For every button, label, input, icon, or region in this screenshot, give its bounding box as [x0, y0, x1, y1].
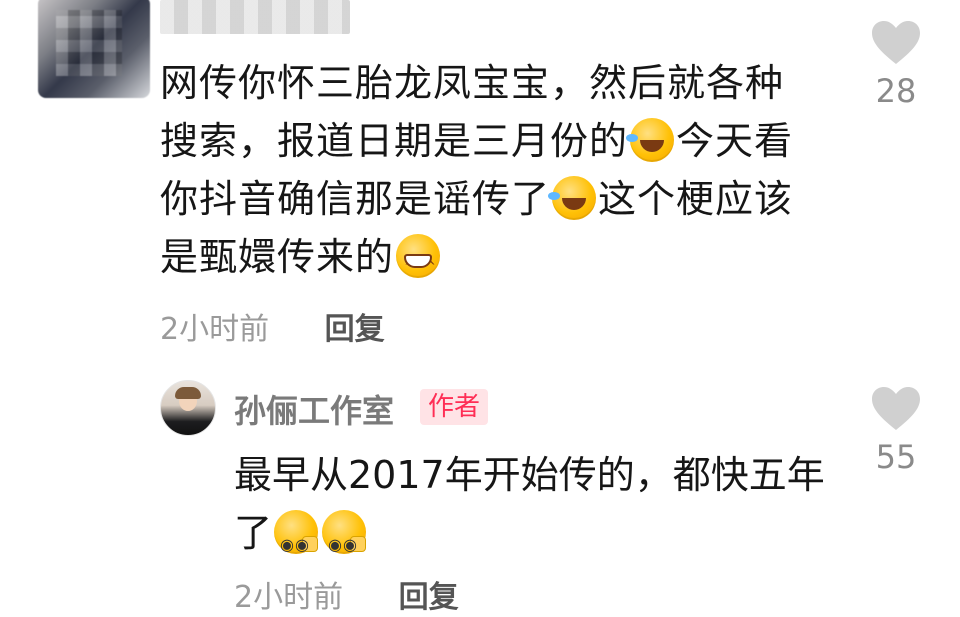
reply-time: 2小时前 — [234, 580, 344, 615]
rolling-on-floor-laughing-icon — [548, 176, 597, 220]
shy-peeking-face-icon — [274, 510, 319, 574]
reply-text: 最早从2017年开始传的，都快五年了 — [234, 446, 834, 574]
reply-like-count: 55 — [875, 438, 917, 476]
reply-like-button[interactable]: 55 — [866, 386, 926, 476]
rolling-on-floor-laughing-icon — [626, 118, 675, 162]
comment-like-button[interactable]: 28 — [866, 20, 926, 110]
commenter-avatar[interactable] — [38, 0, 150, 98]
reply-reply-button[interactable]: 回复 — [399, 572, 459, 616]
author-name[interactable]: 孙俪工作室 — [234, 386, 394, 432]
heart-icon — [872, 387, 920, 430]
comment-meta: 2小时前 回复 — [160, 304, 385, 348]
author-badge: 作者 — [420, 389, 489, 425]
heart-icon — [872, 21, 920, 64]
author-avatar[interactable] — [160, 380, 216, 436]
comment-text: 网传你怀三胎龙凤宝宝，然后就各种搜索，报道日期是三月份的 今天看你抖音确信那是谣传… — [160, 54, 820, 296]
shy-peeking-face-icon — [322, 510, 367, 574]
comment-time: 2小时前 — [160, 312, 270, 347]
comment-reply-button[interactable]: 回复 — [325, 304, 385, 348]
grinning-face-icon — [396, 234, 441, 296]
comment-like-count: 28 — [875, 72, 917, 110]
reply-meta: 2小时前 回复 — [234, 572, 459, 616]
commenter-name-obscured[interactable] — [160, 0, 350, 34]
